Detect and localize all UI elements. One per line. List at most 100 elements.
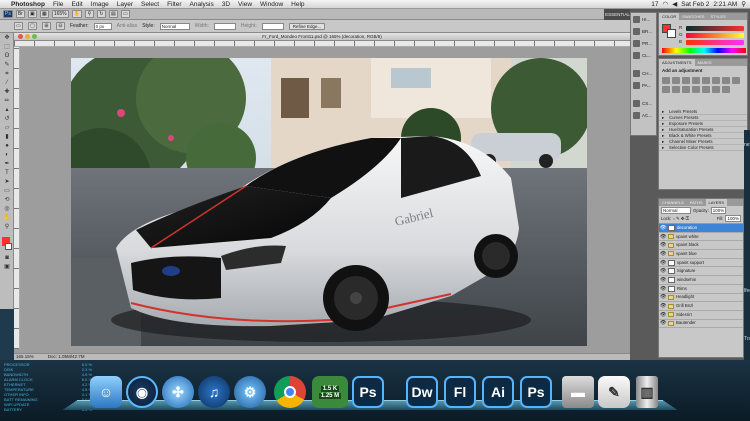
- arrange-documents-button[interactable]: ▤: [108, 10, 118, 18]
- background-color[interactable]: [667, 29, 676, 38]
- layer-row[interactable]: 👁 Rims: [659, 285, 743, 294]
- close-icon[interactable]: [18, 34, 23, 39]
- drive-icon[interactable]: ▬: [562, 376, 594, 408]
- eye-icon[interactable]: 👁: [660, 225, 666, 231]
- zoom-tool-button[interactable]: ⚲: [84, 10, 94, 18]
- wifi-icon[interactable]: ◠: [663, 0, 669, 8]
- feather-input[interactable]: 0 px: [93, 22, 112, 30]
- flash-icon[interactable]: Fl: [444, 376, 476, 408]
- tab-styles[interactable]: STYLES: [707, 13, 728, 20]
- eye-icon[interactable]: 👁: [660, 320, 666, 326]
- levels-icon[interactable]: [672, 77, 680, 84]
- height-input[interactable]: [261, 22, 284, 30]
- minimize-icon[interactable]: [25, 34, 30, 39]
- safari-icon[interactable]: ✣: [162, 376, 194, 408]
- textedit-icon[interactable]: ✎: [598, 376, 630, 408]
- subtract-selection-icon[interactable]: ⊟: [56, 22, 65, 30]
- type-tool-icon[interactable]: T: [2, 169, 12, 177]
- layer-row[interactable]: 👁 Signature: [659, 267, 743, 277]
- volume-icon[interactable]: ◀: [672, 0, 677, 8]
- color-balance-icon[interactable]: [722, 77, 730, 84]
- green-slider[interactable]: G: [679, 32, 744, 38]
- eye-icon[interactable]: 👁: [660, 312, 666, 318]
- shape-tool-icon[interactable]: ▭: [2, 187, 12, 195]
- menu-app-name[interactable]: Photoshop: [9, 1, 49, 8]
- selective-color-icon[interactable]: [722, 86, 730, 93]
- blur-tool-icon[interactable]: ●: [2, 142, 12, 150]
- tab-paths[interactable]: PATHS: [687, 199, 706, 206]
- menu-select[interactable]: Select: [137, 1, 163, 8]
- move-tool-icon[interactable]: ✥: [2, 34, 12, 42]
- radar-icon[interactable]: ◉: [126, 376, 158, 408]
- 3d-orbit-tool-icon[interactable]: ◎: [2, 205, 12, 213]
- history-brush-tool-icon[interactable]: ↺: [2, 115, 12, 123]
- lock-icon[interactable]: ▫ ✎ ✥ ⚿: [673, 216, 689, 222]
- pen-tool-icon[interactable]: ✒: [2, 160, 12, 168]
- vertical-ruler[interactable]: [14, 47, 20, 349]
- itunes-icon[interactable]: ♫: [198, 376, 230, 408]
- fill-input[interactable]: 100%: [725, 215, 741, 222]
- style-select[interactable]: Normal: [159, 22, 190, 30]
- menu-file[interactable]: File: [49, 1, 67, 8]
- image-canvas[interactable]: Gabriel: [71, 58, 587, 346]
- mini-bridge-button[interactable]: ▣: [27, 10, 37, 18]
- menu-layer[interactable]: Layer: [113, 1, 137, 8]
- eye-icon[interactable]: 👁: [660, 251, 666, 257]
- opacity-input[interactable]: 100%: [710, 207, 727, 214]
- path-select-tool-icon[interactable]: ➤: [2, 178, 12, 186]
- dodge-tool-icon[interactable]: ◐: [2, 151, 12, 159]
- launch-bridge-button[interactable]: Br: [15, 10, 25, 18]
- layer-row[interactable]: 👁 vpaint blue: [659, 250, 743, 259]
- horizontal-ruler[interactable]: [14, 41, 630, 47]
- new-selection-icon[interactable]: ▢: [28, 22, 37, 30]
- invert-icon[interactable]: [682, 86, 690, 93]
- gradient-tool-icon[interactable]: ▮: [2, 133, 12, 141]
- exposure-icon[interactable]: [692, 77, 700, 84]
- gradient-map-icon[interactable]: [712, 86, 720, 93]
- eye-icon[interactable]: 👁: [660, 242, 666, 248]
- presets-panel-button[interactable]: PR...: [631, 37, 656, 49]
- posterize-icon[interactable]: [692, 86, 700, 93]
- blue-slider[interactable]: B: [679, 39, 744, 45]
- layer-row[interactable]: 👁 Grill Bnzl: [659, 302, 743, 311]
- view-extras-button[interactable]: ▦: [39, 10, 49, 18]
- tab-channels[interactable]: CHANNELS: [659, 199, 687, 206]
- menu-filter[interactable]: Filter: [163, 1, 185, 8]
- eye-icon[interactable]: 👁: [660, 294, 666, 300]
- actions-panel-button[interactable]: AC...: [631, 109, 656, 121]
- hand-tool-button[interactable]: ✋: [71, 10, 82, 18]
- layer-row[interactable]: 👁 Sidesrirt: [659, 311, 743, 320]
- character-panel-button[interactable]: CH...: [631, 67, 656, 79]
- tab-color[interactable]: COLOR: [659, 13, 680, 20]
- red-slider[interactable]: R: [679, 25, 744, 31]
- ps-logo-icon[interactable]: Ps: [3, 10, 13, 18]
- eraser-tool-icon[interactable]: ▱: [2, 124, 12, 132]
- quick-select-tool-icon[interactable]: ✎: [2, 61, 12, 69]
- eye-icon[interactable]: 👁: [660, 277, 666, 283]
- eye-icon[interactable]: 👁: [660, 260, 666, 266]
- width-input[interactable]: [213, 22, 236, 30]
- eye-icon[interactable]: 👁: [660, 286, 666, 292]
- spotlight-icon[interactable]: ⚲: [741, 0, 746, 8]
- antialias-checkbox[interactable]: Anti-alias: [117, 23, 138, 29]
- zoom-level-select[interactable]: 165%: [51, 10, 69, 18]
- add-selection-icon[interactable]: ⊞: [42, 22, 51, 30]
- hand-tool-icon[interactable]: ✋: [2, 214, 12, 222]
- menu-window[interactable]: Window: [256, 1, 287, 8]
- layer-row[interactable]: 👁 Bautender: [659, 320, 743, 329]
- eye-icon[interactable]: 👁: [660, 234, 666, 240]
- layer-row[interactable]: 👁 windsehin: [659, 276, 743, 285]
- eye-icon[interactable]: 👁: [660, 268, 666, 274]
- system-prefs-icon[interactable]: ⚙: [234, 376, 266, 408]
- menu-edit[interactable]: Edit: [67, 1, 86, 8]
- status-time[interactable]: 2:21 AM: [713, 1, 737, 8]
- vibrance-icon[interactable]: [702, 77, 710, 84]
- paragraph-panel-button[interactable]: PA...: [631, 79, 656, 91]
- threshold-icon[interactable]: [702, 86, 710, 93]
- layer-row[interactable]: 👁 decoration: [659, 224, 743, 233]
- history-panel-button[interactable]: HI...: [631, 13, 656, 25]
- tab-adjustments[interactable]: ADJUSTMENTS: [659, 59, 695, 66]
- clone-source-panel-button[interactable]: CS...: [631, 97, 656, 109]
- status-date[interactable]: Sat Feb 2: [681, 1, 709, 8]
- menu-analysis[interactable]: Analysis: [186, 1, 218, 8]
